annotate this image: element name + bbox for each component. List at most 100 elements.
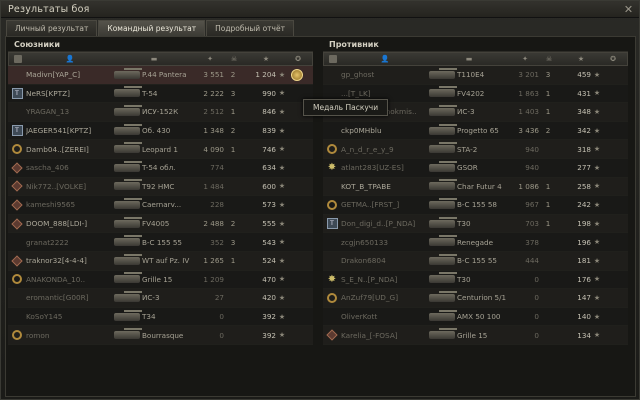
player-row[interactable]: A_n_d_r_e_y_9 STA-2 940 318 ★	[323, 140, 628, 159]
player-row[interactable]: Damb04..[ZEREI] Leopard 1 4 090 1 746 ★	[8, 140, 313, 159]
tank-icon	[427, 235, 457, 249]
xp-value: 600	[262, 181, 276, 191]
player-row[interactable]: AnZuf79[UD_G] Centurion 5/1 0 147 ★	[323, 289, 628, 308]
xp-star-icon: ★	[278, 145, 286, 154]
player-row[interactable]: KoSoY145 T34 0 392 ★	[8, 307, 313, 327]
player-name: OliverKott	[341, 312, 378, 322]
medal-column-icon[interactable]: ✪	[604, 53, 622, 65]
player-row[interactable]: sascha_406 T-54 обл. 774 634 ★	[8, 158, 313, 178]
damage-value: 3 201	[518, 70, 539, 80]
xp-value: 242	[577, 200, 591, 210]
medal-column-icon[interactable]: ✪	[289, 53, 307, 65]
player-row[interactable]: granat2222 B-C 155 55 352 3 543 ★	[8, 233, 313, 252]
diamond-badge-icon	[8, 217, 26, 230]
ring-badge-icon	[323, 199, 341, 210]
vehicle-name: WT auf Pz. IV	[142, 256, 190, 266]
player-row[interactable]: ✸ S_E_N..[P_NDA] T30 0 176 ★	[323, 270, 628, 290]
kills-column-icon[interactable]: ☠	[540, 53, 558, 65]
tank-icon	[427, 160, 457, 175]
medal-slot[interactable]	[288, 68, 306, 81]
player-name: ANAKONDA_10..	[26, 274, 86, 284]
damage-value: 1 265	[203, 256, 224, 266]
player-row[interactable]: Karelia_[-FOSA] Grille 15 0 134 ★	[323, 326, 628, 345]
player-name: YRAGAN_13	[26, 107, 70, 117]
vehicle-name: Grille 15	[142, 274, 173, 284]
damage-value: 1 484	[203, 181, 224, 191]
player-row[interactable]: Madivn[YAP_C] P.44 Pantera 3 551 2 1 204 ★	[8, 66, 313, 85]
tank-icon	[427, 272, 457, 286]
player-row[interactable]: romon Bourrasque 0 392 ★	[8, 326, 313, 345]
kills-column-icon[interactable]: ☠	[225, 53, 243, 65]
xp-value: 258	[577, 181, 591, 191]
player-name: Drakon6804	[341, 256, 386, 266]
xp-value: 1 204	[255, 70, 276, 80]
player-row[interactable]: YRAGAN_13 ИСУ-152К 2 512 1 846 ★	[8, 103, 313, 122]
damage-value: 27	[214, 293, 224, 303]
player-row[interactable]: eromantic[G00R] ИС-3 27 420 ★	[8, 289, 313, 308]
player-row[interactable]: traknor32[4-4-4] WT auf Pz. IV 1 265 1 524 ★	[8, 251, 313, 271]
squad-column-icon[interactable]	[324, 53, 342, 65]
xp-column-icon[interactable]: ★	[243, 53, 289, 65]
vehicle-name: T92 HMC	[142, 181, 175, 191]
damage-value: 940	[525, 144, 539, 154]
tank-icon	[112, 235, 142, 249]
vehicle-name: T-54 обл.	[142, 163, 176, 173]
xp-value: 543	[262, 237, 276, 247]
xp-value: 134	[577, 330, 591, 340]
ring-badge-icon	[323, 144, 341, 155]
player-row[interactable]: ckp0MHblu Progetto 65 3 436 2 342 ★	[323, 121, 628, 141]
vehicle-name: FV4005	[142, 219, 170, 229]
player-row[interactable]: Drakon6804 B-C 155 55 444 181 ★	[323, 251, 628, 271]
player-name: A_n_d_r_e_y_9	[341, 144, 394, 154]
player-row[interactable]: T NeRS[KPTZ] T-54 2 222 3 990 ★	[8, 84, 313, 104]
xp-star-icon: ★	[278, 275, 286, 284]
xp-star-icon: ★	[593, 331, 601, 340]
player-row[interactable]: DOOM_888[LDI-] FV4005 2 488 2 555 ★	[8, 214, 313, 234]
player-row[interactable]: ANAKONDA_10.. Grille 15 1 209 470 ★	[8, 270, 313, 290]
tab-team[interactable]: Командный результат	[98, 20, 206, 36]
player-name: atlant283[UZ-ES]	[341, 163, 404, 173]
player-row[interactable]: kameshi9565 Caernarv... 228 573 ★	[8, 196, 313, 215]
tab-detailed[interactable]: Подробный отчёт	[206, 20, 294, 36]
xp-star-icon: ★	[593, 107, 601, 116]
medal-icon[interactable]	[291, 68, 303, 81]
player-name: NeRS[KPTZ]	[26, 88, 70, 98]
xp-star-icon: ★	[593, 256, 601, 265]
player-name: Nik772..[VOLKE]	[26, 181, 87, 191]
player-row[interactable]: gp_ghost T110E4 3 201 3 459 ★	[323, 66, 628, 85]
player-row[interactable]: T JAEGER541[KPTZ] Об. 430 1 348 2 839 ★	[8, 121, 313, 141]
player-row[interactable]: zcgjn650133 Renegade 378 196 ★	[323, 233, 628, 252]
xp-column-icon[interactable]: ★	[558, 53, 604, 65]
squad-column-icon[interactable]	[9, 53, 27, 65]
tank-icon	[427, 123, 457, 138]
damage-column-icon[interactable]: ✦	[195, 53, 225, 65]
player-column-icon[interactable]: 👤	[27, 53, 113, 65]
xp-star-icon: ★	[278, 182, 286, 191]
tab-personal[interactable]: Личный результат	[6, 20, 98, 36]
xp-star-icon: ★	[593, 163, 601, 172]
player-row[interactable]: ✸ atlant283[UZ-ES] GSOR 940 277 ★	[323, 158, 628, 178]
close-icon[interactable]: ✕	[622, 3, 635, 16]
player-row[interactable]: OliverKott AMX 50 100 0 140 ★	[323, 307, 628, 327]
vehicle-name: FV4202	[457, 88, 485, 98]
xp-star-icon: ★	[593, 219, 601, 228]
xp-value: 839	[262, 126, 276, 136]
damage-column-icon[interactable]: ✦	[510, 53, 540, 65]
xp-value: 392	[262, 312, 276, 322]
player-row[interactable]: KOT_B_TPABE Char Futur 4 1 086 1 258 ★	[323, 177, 628, 197]
player-row[interactable]: Nik772..[VOLKE] T92 HMC 1 484 600 ★	[8, 177, 313, 197]
vehicle-column-icon[interactable]: ▬	[428, 53, 510, 65]
kills-value: 1	[545, 219, 551, 229]
player-name: gp_ghost	[341, 70, 375, 80]
vehicle-column-icon[interactable]: ▬	[113, 53, 195, 65]
damage-value: 940	[525, 163, 539, 173]
damage-value: 2 488	[203, 219, 224, 229]
vehicle-name: T-54	[142, 88, 158, 98]
player-column-icon[interactable]: 👤	[342, 53, 428, 65]
vehicle-name: Grille 15	[457, 330, 488, 340]
vehicle-name: T30	[457, 219, 471, 229]
damage-value: 2 512	[203, 107, 224, 117]
player-row[interactable]: T Don_digi_d..[P_NDA] T30 703 1 198 ★	[323, 214, 628, 234]
player-row[interactable]: GETMA..[FRST_] B-C 155 58 967 1 242 ★	[323, 196, 628, 215]
diamond-badge-icon	[8, 255, 26, 267]
